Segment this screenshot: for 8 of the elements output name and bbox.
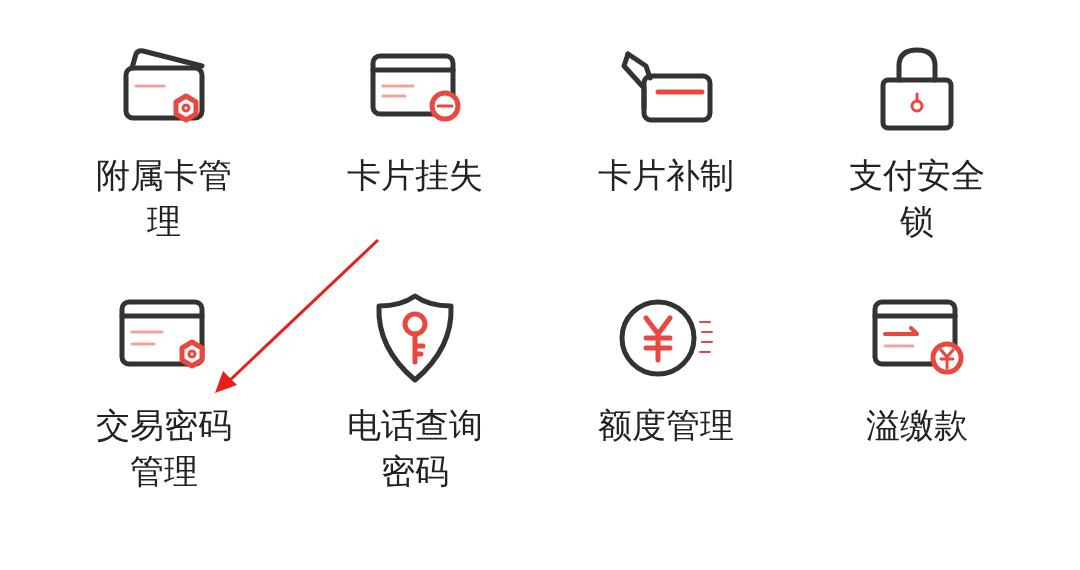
menu-item[interactable]: 额度管理 <box>590 288 741 448</box>
menu-item[interactable]: 支付安全锁 <box>841 38 992 244</box>
menu-item[interactable]: 电话查询密码 <box>339 288 490 494</box>
menu-item[interactable]: 附属卡管理 <box>88 38 239 244</box>
menu-item[interactable]: 交易密码管理 <box>88 288 239 494</box>
menu-item[interactable]: 卡片挂失 <box>339 38 490 198</box>
menu-item[interactable]: 卡片补制 <box>590 38 741 198</box>
menu-item[interactable]: 溢缴款 <box>841 288 992 448</box>
